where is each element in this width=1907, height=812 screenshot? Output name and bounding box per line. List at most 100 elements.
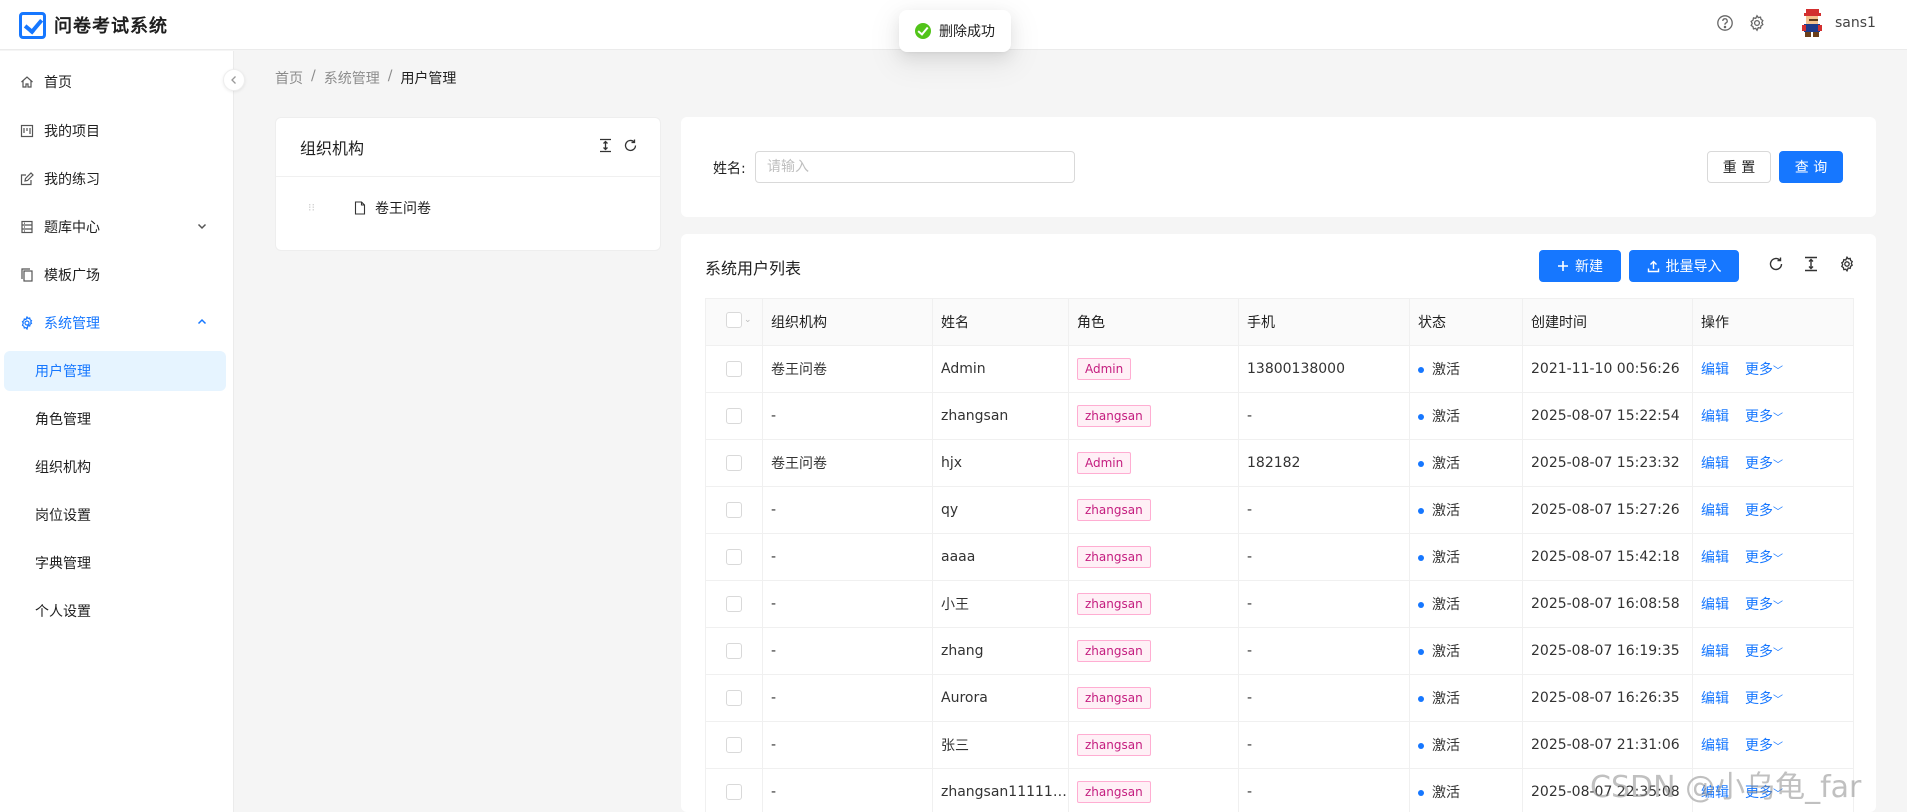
row-select-cell[interactable] [705, 486, 763, 534]
sidebar-item-role-management[interactable]: 角色管理 [4, 399, 226, 439]
sidebar-item-question-bank[interactable]: 题库中心 [4, 207, 226, 247]
sidebar-item-templates[interactable]: 模板广场 [4, 255, 226, 295]
more-dropdown[interactable]: 更多﹀ [1745, 738, 1783, 754]
row-select-cell[interactable] [705, 627, 763, 675]
actions-cell: 编辑 更多﹀ [1692, 627, 1854, 675]
status-text: 激活 [1432, 550, 1460, 566]
new-button-label: 新建 [1575, 259, 1603, 275]
edit-link[interactable]: 编辑 [1701, 362, 1729, 378]
row-select-cell[interactable] [705, 580, 763, 628]
column-height-icon[interactable] [1803, 256, 1819, 272]
more-label: 更多 [1745, 691, 1773, 707]
edit-link[interactable]: 编辑 [1701, 644, 1729, 660]
row-select-cell[interactable] [705, 533, 763, 581]
more-dropdown[interactable]: 更多﹀ [1745, 409, 1783, 425]
more-dropdown[interactable]: 更多﹀ [1745, 503, 1783, 519]
column-height-icon[interactable] [598, 138, 613, 153]
more-dropdown[interactable]: 更多﹀ [1745, 644, 1783, 660]
batch-import-button[interactable]: 批量导入 [1629, 250, 1739, 282]
edit-link[interactable]: 编辑 [1701, 738, 1729, 754]
row-checkbox[interactable] [726, 596, 742, 612]
chevron-down-icon[interactable]: ⌄ [744, 315, 752, 325]
more-dropdown[interactable]: 更多﹀ [1745, 550, 1783, 566]
role-tag: zhangsan [1077, 687, 1151, 709]
row-checkbox[interactable] [726, 408, 742, 424]
more-dropdown[interactable]: 更多﹀ [1745, 362, 1783, 378]
settings-icon[interactable] [1748, 14, 1766, 32]
chevron-down-icon: ﹀ [1773, 601, 1783, 612]
name-search-input[interactable] [755, 151, 1075, 183]
table-row[interactable]: - zhangsan zhangsan - 激活 2025-08-07 15:22:54 编… [705, 392, 1854, 440]
edit-link[interactable]: 编辑 [1701, 597, 1729, 613]
row-select-cell[interactable] [705, 345, 763, 393]
row-checkbox[interactable] [726, 737, 742, 753]
user-menu[interactable]: sans1 [1799, 8, 1876, 38]
sidebar-item-personal-settings[interactable]: 个人设置 [4, 591, 226, 631]
name-cell: zhangsan [932, 392, 1069, 440]
row-select-cell[interactable] [705, 674, 763, 722]
row-checkbox[interactable] [726, 502, 742, 518]
edit-link[interactable]: 编辑 [1701, 409, 1729, 425]
row-checkbox[interactable] [726, 549, 742, 565]
more-dropdown[interactable]: 更多﹀ [1745, 456, 1783, 472]
sidebar-item-user-management[interactable]: 用户管理 [4, 351, 226, 391]
table-row[interactable]: - Aurora zhangsan - 激活 2025-08-07 16:26:35 编辑更… [705, 674, 1854, 722]
sidebar-item-home[interactable]: 首页 [4, 62, 226, 102]
row-select-cell[interactable] [705, 721, 763, 769]
new-user-button[interactable]: 新建 [1539, 250, 1621, 282]
reset-button[interactable]: 重 置 [1707, 151, 1771, 183]
edit-link[interactable]: 编辑 [1701, 456, 1729, 472]
table-title: 系统用户列表 [705, 259, 802, 278]
drag-handle-icon[interactable]: ⁝⁝ [308, 201, 320, 215]
row-checkbox[interactable] [726, 784, 742, 800]
org-cell: - [762, 486, 933, 534]
table-row[interactable]: - 小王 zhangsan - 激活 2025-08-07 16:08:58 编辑 更多﹀ [705, 580, 1854, 628]
status-text: 激活 [1432, 503, 1460, 519]
row-select-cell[interactable] [705, 439, 763, 487]
row-checkbox[interactable] [726, 455, 742, 471]
column-header: 状态 [1409, 298, 1523, 346]
status-cell: 激活 [1409, 627, 1523, 675]
edit-link[interactable]: 编辑 [1701, 550, 1729, 566]
app-title: 问卷考试系统 [54, 16, 168, 37]
chevron-down-icon: ﹀ [1773, 554, 1783, 565]
phone-cell: - [1238, 392, 1410, 440]
row-select-cell[interactable] [705, 392, 763, 440]
row-checkbox[interactable] [726, 690, 742, 706]
edit-link[interactable]: 编辑 [1701, 503, 1729, 519]
edit-link[interactable]: 编辑 [1701, 691, 1729, 707]
sidebar-item-system[interactable]: 系统管理 [4, 303, 226, 343]
select-all-checkbox[interactable] [726, 312, 742, 328]
table-row[interactable]: - aaaa zhangsan - 激活 2025-08-07 15:42:18 编辑 更多﹀ [705, 533, 1854, 581]
table-row[interactable]: - zhang zhangsan - 激活 2025-08-07 16:19:35 编辑 更多… [705, 627, 1854, 675]
org-tree-node[interactable]: ⁝⁝ 卷王问卷 [308, 198, 431, 218]
sidebar-item-positions[interactable]: 岗位设置 [4, 495, 226, 535]
sidebar-item-organization[interactable]: 组织机构 [4, 447, 226, 487]
org-panel-header: 组织机构 [276, 118, 660, 177]
sidebar-collapse-button[interactable] [223, 69, 245, 91]
more-dropdown[interactable]: 更多﹀ [1745, 691, 1783, 707]
app-logo[interactable]: 问卷考试系统 [19, 10, 168, 40]
table-row[interactable]: - qy zhangsan - 激活 2025-08-07 15:27:26 编辑 更多﹀ [705, 486, 1854, 534]
row-checkbox[interactable] [726, 361, 742, 377]
settings-icon[interactable] [1839, 256, 1855, 272]
more-label: 更多 [1745, 503, 1773, 519]
table-row[interactable]: 卷王问卷 hjx Admin 182182 激活 2025-08-07 15:23:32 编… [705, 439, 1854, 487]
help-icon[interactable] [1716, 14, 1734, 32]
status-text: 激活 [1432, 785, 1460, 801]
sidebar-item-practice[interactable]: 我的练习 [4, 159, 226, 199]
sidebar-item-dictionary[interactable]: 字典管理 [4, 543, 226, 583]
more-dropdown[interactable]: 更多﹀ [1745, 597, 1783, 613]
actions-cell: 编辑 更多﹀ [1692, 345, 1854, 393]
reload-icon[interactable] [1768, 256, 1784, 272]
sidebar-item-projects[interactable]: 我的项目 [4, 111, 226, 151]
row-checkbox[interactable] [726, 643, 742, 659]
row-select-cell[interactable] [705, 768, 763, 812]
table-row[interactable]: 卷王问卷 Admin Admin 13800138000 激活 2021-11-10 00… [705, 345, 1854, 393]
reload-icon[interactable] [623, 138, 638, 153]
select-all-header[interactable]: ⌄ [705, 298, 763, 346]
breadcrumb-home[interactable]: 首页 [275, 68, 303, 88]
query-button[interactable]: 查 询 [1779, 151, 1843, 183]
column-header: 姓名 [932, 298, 1069, 346]
breadcrumb-section[interactable]: 系统管理 [324, 68, 380, 88]
